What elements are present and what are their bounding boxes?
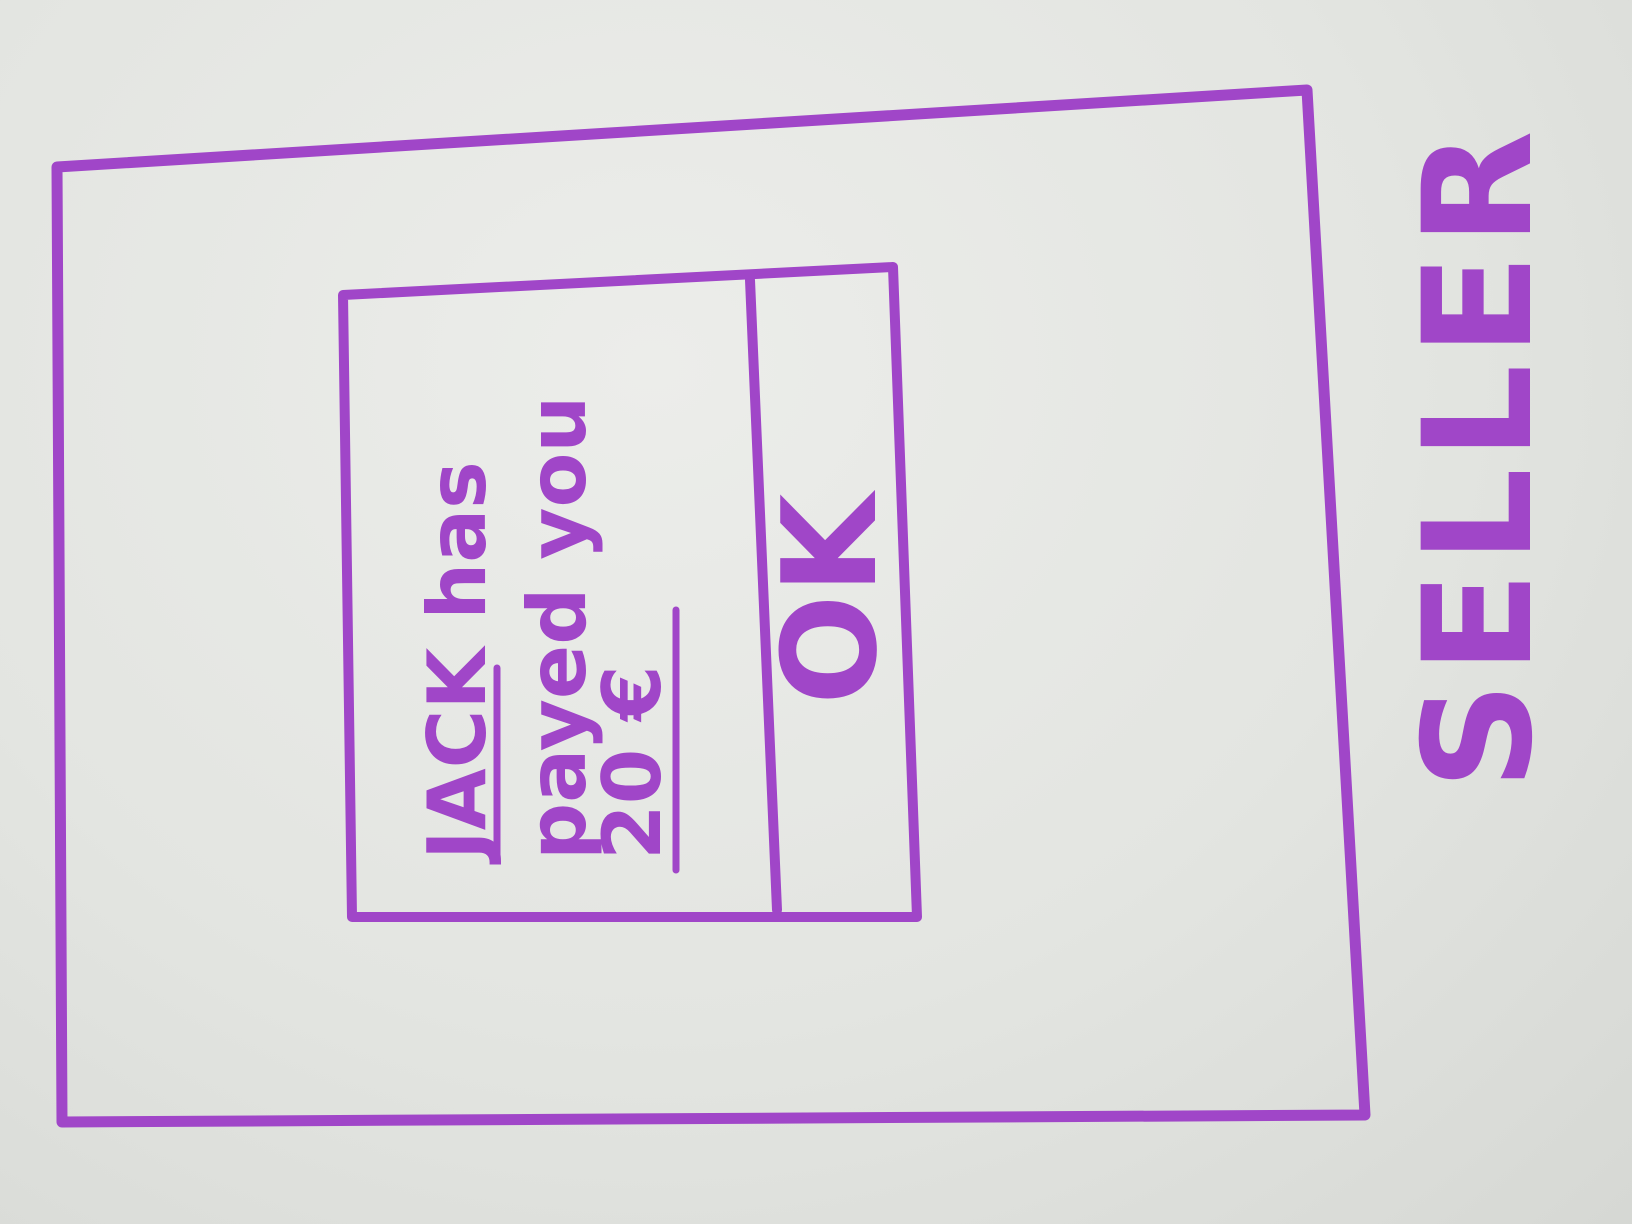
wireframe-sketch: JACK has payed you 20 € OK SELLER: [51, 84, 1566, 1128]
payment-amount: 20 €: [586, 665, 679, 860]
notification-message: JACK has payed you 20 €: [411, 396, 680, 874]
message-line-1: JACK has: [411, 461, 504, 865]
screen-label: SELLER: [1392, 122, 1566, 790]
ok-button-label: OK: [754, 489, 906, 705]
screen-label-text: SELLER: [1392, 122, 1566, 790]
ok-button[interactable]: OK: [754, 290, 906, 900]
payer-name: JACK: [411, 645, 504, 865]
screen-frame: [51, 84, 1371, 1128]
